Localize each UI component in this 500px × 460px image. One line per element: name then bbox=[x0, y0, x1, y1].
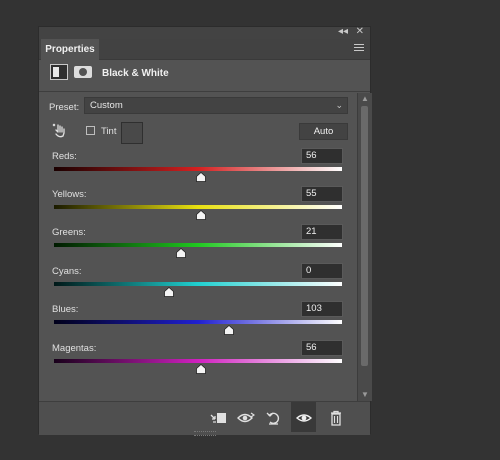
scroll-up-icon[interactable]: ▲ bbox=[361, 94, 369, 103]
slider-thumb[interactable] bbox=[164, 287, 175, 297]
preset-value: Custom bbox=[90, 100, 123, 111]
slider-value-field[interactable]: 103 bbox=[301, 301, 343, 317]
tint-color-swatch[interactable] bbox=[121, 122, 143, 144]
slider-value-field[interactable]: 56 bbox=[301, 340, 343, 356]
collapse-icon[interactable]: ◂◂ bbox=[338, 25, 348, 39]
slider-track[interactable] bbox=[54, 167, 342, 171]
tint-checkbox[interactable] bbox=[86, 126, 95, 135]
slider-track[interactable] bbox=[54, 282, 342, 286]
slider-thumb[interactable] bbox=[195, 210, 206, 220]
slider-track[interactable] bbox=[54, 205, 342, 209]
slider-label: Yellows: bbox=[52, 189, 87, 200]
chevron-down-icon: ⌄ bbox=[335, 100, 343, 110]
reset-icon[interactable] bbox=[265, 410, 283, 426]
slider-value-field[interactable]: 55 bbox=[301, 186, 343, 202]
slider-label: Cyans: bbox=[52, 266, 82, 277]
slider-thumb[interactable] bbox=[223, 325, 234, 335]
divider bbox=[39, 91, 370, 92]
panel-title-bar: ◂◂ ✕ bbox=[39, 25, 370, 39]
targeted-adjustment-hand-icon[interactable] bbox=[52, 123, 68, 139]
slider-label: Greens: bbox=[52, 227, 86, 238]
slider-track[interactable] bbox=[54, 320, 342, 324]
clip-to-layer-icon[interactable] bbox=[209, 410, 227, 426]
slider-track[interactable] bbox=[54, 359, 342, 363]
slider-label: Reds: bbox=[52, 151, 77, 162]
close-icon[interactable]: ✕ bbox=[356, 25, 364, 39]
slider-thumb[interactable] bbox=[196, 364, 207, 374]
slider-value-field[interactable]: 56 bbox=[301, 148, 343, 164]
visibility-icon[interactable] bbox=[295, 410, 313, 426]
preset-dropdown[interactable]: Custom ⌄ bbox=[84, 97, 348, 114]
slider-label: Blues: bbox=[52, 304, 79, 315]
mask-icon[interactable] bbox=[74, 66, 92, 78]
scrollbar-thumb[interactable] bbox=[361, 106, 368, 366]
slider-value-field[interactable]: 21 bbox=[301, 224, 343, 240]
panel-tab-row: Properties bbox=[39, 39, 370, 60]
auto-button[interactable]: Auto bbox=[299, 123, 348, 140]
tint-label: Tint bbox=[101, 126, 117, 137]
adjustment-title: Black & White bbox=[102, 68, 169, 79]
delete-icon[interactable] bbox=[327, 410, 345, 426]
tab-properties[interactable]: Properties bbox=[41, 39, 99, 60]
preset-label: Preset: bbox=[49, 102, 80, 113]
slider-thumb[interactable] bbox=[196, 172, 207, 182]
scroll-down-icon[interactable]: ▼ bbox=[361, 390, 369, 399]
slider-thumb[interactable] bbox=[176, 248, 187, 258]
properties-panel: ◂◂ ✕ Properties Black & White Preset: Cu… bbox=[38, 25, 372, 436]
slider-value-field[interactable]: 0 bbox=[301, 263, 343, 279]
panel-menu-icon[interactable] bbox=[354, 44, 364, 53]
resize-grip[interactable] bbox=[194, 431, 216, 436]
slider-label: Magentas: bbox=[52, 343, 97, 354]
adjustment-layer-icon[interactable] bbox=[50, 64, 68, 80]
slider-track[interactable] bbox=[54, 243, 342, 247]
scrollbar[interactable]: ▲ ▼ bbox=[357, 93, 372, 401]
view-previous-state-icon[interactable] bbox=[237, 410, 255, 426]
